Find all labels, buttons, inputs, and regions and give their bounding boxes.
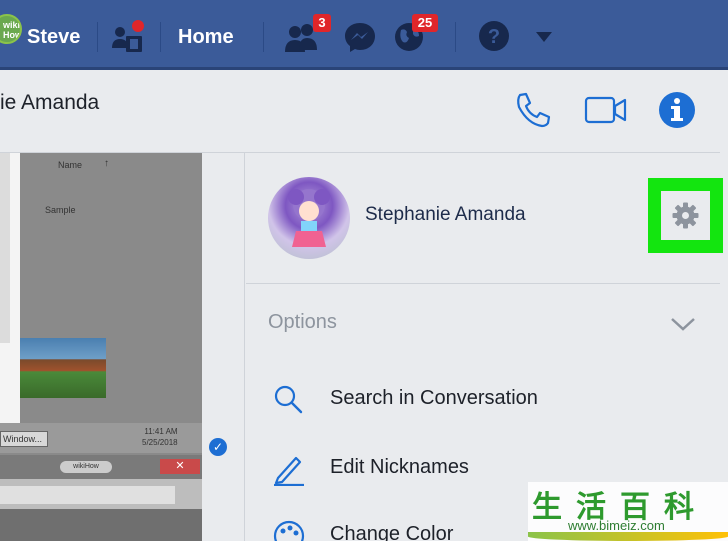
messenger-icon[interactable] <box>343 20 377 59</box>
screenshot-column-name: Name <box>58 160 83 170</box>
nav-divider <box>97 22 98 52</box>
svg-text:?: ? <box>488 26 500 48</box>
shared-screenshot-image[interactable]: Name ↑ Sample Window... 11:41 AM 5/25/20… <box>0 153 202 541</box>
screenshot-window-button: Window... <box>0 431 48 447</box>
conversation-title: ie Amanda <box>0 91 100 114</box>
screenshot-sample-label: Sample <box>45 205 76 215</box>
notifications-badge: 25 <box>412 14 438 32</box>
profile-avatar[interactable] <box>268 177 350 259</box>
user-avatar[interactable]: wiki How <box>0 14 22 44</box>
runner-photo <box>20 338 106 398</box>
user-name-link[interactable]: Steve <box>27 26 80 49</box>
help-icon[interactable]: ? <box>478 20 510 57</box>
section-divider <box>246 283 720 284</box>
screenshot-wikihow-tab: wikiHow <box>60 461 112 473</box>
video-call-icon[interactable] <box>584 95 628 130</box>
options-heading[interactable]: Options <box>268 311 337 334</box>
sort-arrow-icon: ↑ <box>104 158 109 169</box>
screenshot-address-field <box>0 486 175 504</box>
find-friends-icon[interactable] <box>110 20 146 59</box>
screenshot-time: 11:41 AM <box>144 427 178 436</box>
screenshot-toolbar <box>0 509 202 541</box>
profile-name: Stephanie Amanda <box>365 204 526 225</box>
phone-icon[interactable] <box>514 91 552 134</box>
screenshot-clock: 11:41 AM 5/25/2018 <box>142 426 178 448</box>
pencil-icon <box>272 452 306 491</box>
option-search-in-conversation[interactable]: Search in Conversation <box>246 375 720 425</box>
search-icon <box>272 383 304 420</box>
palette-icon <box>272 519 306 541</box>
nav-divider <box>160 22 161 52</box>
watermark: 生活百科 www.bimeiz.com <box>528 482 728 541</box>
screenshot-date: 5/25/2018 <box>142 438 178 447</box>
avatar-text: wiki How <box>3 20 22 40</box>
messenger-page: wiki How Steve Home 3 25 ? ie Amanda Nam… <box>0 0 728 541</box>
watermark-url: www.bimeiz.com <box>568 518 665 533</box>
info-icon[interactable] <box>658 91 696 134</box>
screenshot-close-icon: ✕ <box>160 459 200 474</box>
option-label: Change Color <box>330 523 454 541</box>
conversation-header: ie Amanda <box>0 73 720 153</box>
nav-divider <box>455 22 456 52</box>
options-chevron-icon[interactable] <box>670 316 696 337</box>
seen-check-icon: ✓ <box>209 438 227 456</box>
nav-divider <box>263 22 264 52</box>
option-label: Edit Nicknames <box>330 456 469 478</box>
top-nav-bar: wiki How Steve Home 3 25 ? <box>0 0 728 70</box>
chat-area: Name ↑ Sample Window... 11:41 AM 5/25/20… <box>0 153 245 541</box>
gear-icon[interactable] <box>661 191 710 240</box>
chevron-down-icon[interactable] <box>535 30 553 48</box>
friend-requests-badge: 3 <box>313 14 331 32</box>
option-label: Search in Conversation <box>330 387 538 409</box>
watermark-swoosh <box>528 532 728 541</box>
screenshot-pane <box>0 153 10 343</box>
home-link[interactable]: Home <box>178 26 234 49</box>
